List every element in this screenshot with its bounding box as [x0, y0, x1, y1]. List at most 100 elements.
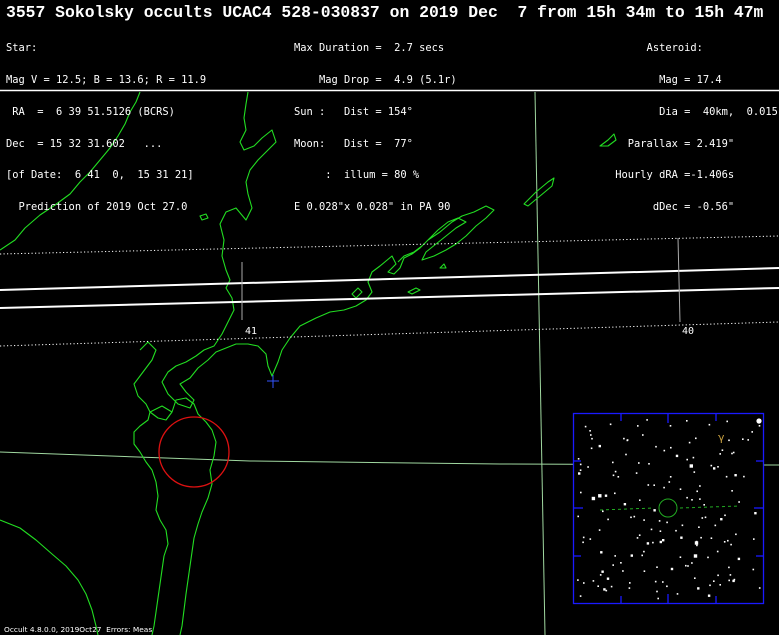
inset-star — [637, 425, 639, 427]
inset-star — [758, 425, 761, 427]
inset-star — [592, 580, 595, 582]
inset-star — [710, 464, 713, 467]
inset-star — [577, 579, 579, 581]
south-uncertainty-line — [0, 321, 779, 347]
inset-star — [668, 481, 671, 483]
inset-star — [638, 534, 641, 536]
inset-star — [587, 466, 589, 468]
inset-star — [629, 582, 631, 584]
inset-star — [699, 485, 701, 487]
inset-star — [699, 498, 701, 500]
occultation-map-window: 41 40 γ 3557 Sokolsky occults UCAC4 528-… — [0, 0, 779, 635]
inset-star — [598, 494, 602, 498]
event-line: Mag Drop = 4.9 (5.1r) — [294, 73, 457, 86]
inset-star — [728, 566, 730, 569]
event-line: E 0.028"x 0.028" in PA 90 — [294, 201, 451, 214]
inset-star — [729, 574, 732, 576]
inset-star — [669, 425, 672, 427]
inset-star — [742, 438, 744, 440]
inset-star — [600, 551, 603, 554]
path-center-cross-icon — [267, 375, 279, 388]
event-line: Max Duration = 2.7 secs — [294, 42, 445, 55]
asteroid-line: Asteroid: — [584, 42, 703, 55]
inset-star — [701, 517, 704, 519]
star-details: Star: Mag V = 12.5; B = 13.6; R = 11.9 R… — [6, 22, 206, 234]
planet-symbol-icon: γ — [718, 431, 725, 444]
inset-star — [751, 431, 753, 433]
inset-star — [753, 538, 755, 540]
inset-star — [614, 492, 616, 495]
inset-star — [597, 585, 599, 587]
inset-star — [697, 587, 700, 590]
inset-star — [646, 542, 650, 545]
inset-star — [654, 580, 657, 583]
inset-star — [670, 446, 672, 449]
inset-star — [734, 474, 737, 477]
inset-star — [670, 567, 674, 571]
star-line: Star: — [6, 42, 38, 55]
inset-star — [655, 445, 657, 448]
inset-star — [590, 434, 592, 436]
inset-star — [723, 541, 726, 543]
inset-star — [700, 536, 702, 539]
inset-star — [747, 439, 749, 441]
inset-star — [707, 556, 709, 559]
inset-star — [589, 430, 591, 432]
inset-star — [636, 537, 639, 539]
inset-star — [727, 539, 729, 542]
coastline-kuril-6 — [439, 263, 447, 269]
inset-star — [633, 515, 636, 518]
inset-star — [652, 541, 654, 544]
inset-star — [693, 471, 696, 473]
tick-marker-40 — [677, 237, 681, 323]
inset-star — [731, 452, 733, 455]
inset-star — [653, 509, 656, 512]
inset-star — [609, 423, 612, 426]
inset-star — [626, 439, 629, 441]
inset-star — [693, 554, 698, 558]
inset-star — [659, 540, 662, 544]
inset-star — [732, 451, 735, 454]
inset-star — [622, 570, 624, 572]
inset-star — [650, 528, 653, 531]
inset-star — [685, 564, 687, 567]
coastline-honshu-north — [171, 397, 217, 635]
inset-star — [643, 570, 646, 572]
inset-star — [614, 555, 616, 557]
inset-star — [607, 518, 609, 521]
inset-star — [602, 510, 604, 513]
inset-star — [679, 556, 682, 558]
event-title: 3557 Sokolsky occults UCAC4 528-030837 o… — [6, 3, 764, 22]
inset-star — [614, 470, 617, 473]
inset-star — [737, 557, 741, 561]
inset-star — [656, 590, 658, 593]
inset-star — [694, 541, 699, 545]
inset-star — [743, 475, 745, 478]
inset-star — [659, 530, 662, 532]
inset-star — [694, 577, 696, 579]
inset-star — [728, 579, 730, 582]
coastline-tsugaru — [149, 405, 173, 421]
inset-star — [641, 554, 643, 557]
south-path-edge — [0, 287, 779, 309]
inset-star — [696, 544, 698, 547]
inset-star — [758, 587, 761, 589]
inset-star — [681, 524, 684, 527]
coastline-kuril-3 — [351, 287, 363, 299]
inset-star — [707, 594, 711, 597]
inset-star — [719, 453, 721, 455]
inset-star — [735, 533, 737, 536]
inset-star — [708, 423, 711, 426]
inset-star — [583, 582, 585, 584]
inset-star — [730, 543, 732, 546]
inset-star — [601, 570, 604, 573]
inset-star — [617, 476, 620, 478]
inset-star — [579, 469, 582, 471]
event-details: Max Duration = 2.7 secs Mag Drop = 4.9 (… — [294, 22, 457, 234]
inset-star — [675, 529, 677, 532]
inset-star — [669, 476, 672, 478]
inset-star — [630, 516, 632, 519]
inset-star — [666, 521, 668, 524]
meridian-line — [534, 91, 546, 635]
inset-star — [603, 588, 606, 591]
